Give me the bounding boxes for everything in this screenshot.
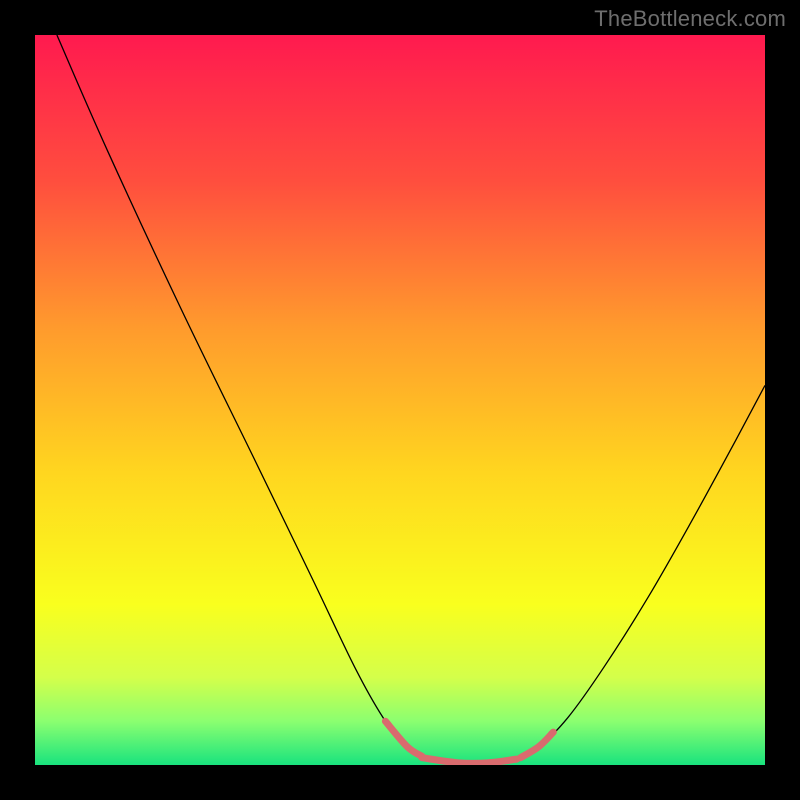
plot-area — [35, 35, 765, 765]
watermark-text: TheBottleneck.com — [594, 6, 786, 32]
chart-container: TheBottleneck.com — [0, 0, 800, 800]
gradient-background — [35, 35, 765, 765]
chart-svg — [35, 35, 765, 765]
